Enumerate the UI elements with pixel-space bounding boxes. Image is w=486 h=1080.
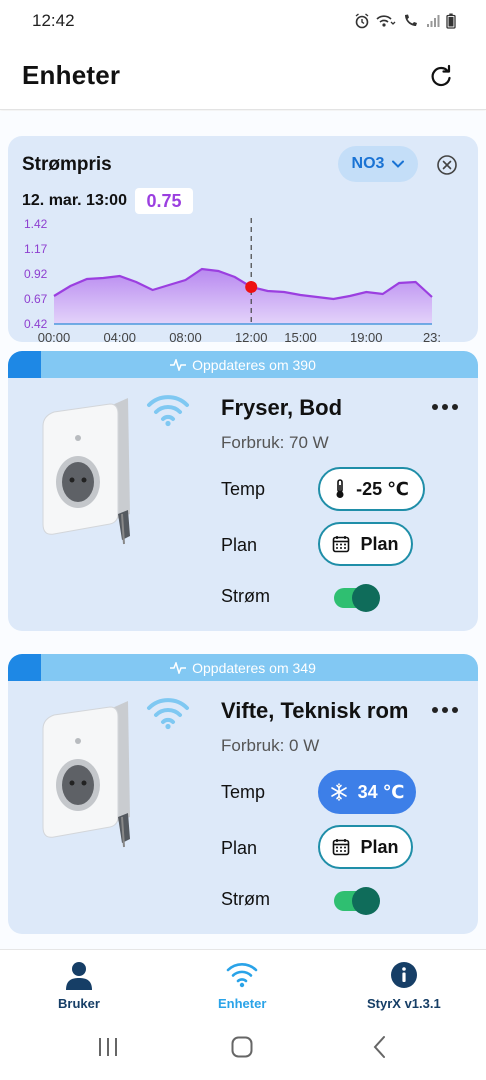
device-card-fryser[interactable]: Oppdateres om 390 Fryser, Bod Forbruk: 7… (8, 351, 478, 631)
wifi-icon (226, 963, 258, 988)
chart-x-tick: 23: (423, 330, 441, 342)
more-icon-dot (442, 707, 448, 713)
status-time: 12:42 (32, 11, 75, 30)
chart-x-tick: 08:00 (169, 330, 202, 342)
device-usage: Forbruk: 0 W (221, 736, 320, 755)
nav-label-about: StyrX v1.3.1 (367, 996, 441, 1011)
power-toggle-knob (352, 887, 380, 915)
power-toggle[interactable] (334, 584, 380, 612)
calendar-icon (333, 536, 350, 553)
price-chart[interactable]: 1.42 1.17 0.92 0.67 0.42 00:00 04:00 08:00 12:0… (8, 214, 478, 342)
chart-y-tick: 0.42 (24, 317, 48, 331)
plan-value: Plan (360, 533, 399, 554)
smart-plug-image (42, 701, 130, 848)
device-card-vifte[interactable]: Oppdateres om 349 Vifte, Teknisk rom For… (8, 654, 478, 934)
device-name: Vifte, Teknisk rom (221, 698, 409, 723)
more-icon-dot (452, 707, 458, 713)
region-selector[interactable]: NO3 (338, 146, 418, 182)
wifi-connected-icon (147, 698, 189, 730)
more-icon-dot (432, 707, 438, 713)
alarm-icon (355, 13, 369, 29)
more-icon-dot (452, 404, 458, 410)
calendar-icon (333, 839, 350, 856)
status-bar: 12:42 (0, 0, 486, 42)
chevron-down-icon (392, 160, 405, 168)
recent-apps-icon[interactable] (96, 1035, 120, 1059)
wifi-connected-icon (147, 395, 189, 427)
device-usage: Forbruk: 70 W (221, 433, 329, 452)
temp-label: Temp (221, 479, 266, 499)
home-icon[interactable] (230, 1035, 254, 1059)
power-toggle-knob (352, 584, 380, 612)
page-title: Enheter (22, 60, 121, 90)
nav-tab-user[interactable]: Bruker (58, 960, 100, 1011)
temp-label: Temp (221, 782, 266, 802)
battery-icon (446, 13, 456, 29)
temp-button[interactable]: 34 ℃ (318, 770, 416, 814)
power-toggle[interactable] (334, 887, 380, 915)
chart-y-tick: 1.42 (24, 217, 48, 231)
more-icon-dot (432, 404, 438, 410)
plan-button[interactable]: Plan (318, 522, 413, 566)
more-options-button[interactable] (432, 704, 458, 716)
nav-tab-about[interactable]: StyrX v1.3.1 (367, 960, 441, 1011)
temp-value: -25 ℃ (356, 478, 409, 499)
device-name: Fryser, Bod (221, 395, 343, 420)
more-options-button[interactable] (432, 401, 458, 413)
snowflake-icon (330, 783, 347, 801)
status-icons (354, 13, 456, 29)
refresh-icon (431, 64, 451, 86)
plan-value: Plan (360, 836, 399, 857)
wifi-calling-icon (376, 15, 396, 27)
plan-button[interactable]: Plan (318, 825, 413, 869)
app-header: Enheter (0, 42, 486, 110)
chart-x-tick: 12:00 (235, 330, 268, 342)
plan-label: Plan (221, 535, 258, 555)
thermometer-icon (336, 479, 344, 498)
bottom-nav: Bruker Enheter StyrX v1.3.1 (0, 949, 486, 1021)
system-nav-bar (0, 1021, 486, 1080)
price-current-value: 0.75 (135, 188, 193, 214)
chart-x-tick: 15:00 (284, 330, 317, 342)
nav-label-user: Bruker (58, 996, 100, 1011)
refresh-button[interactable] (426, 61, 456, 91)
price-title: Strømpris (22, 154, 112, 175)
chart-y-tick: 0.92 (24, 267, 48, 281)
plan-label: Plan (221, 838, 258, 858)
update-countdown: Oppdateres om 390 (192, 356, 316, 373)
chart-current-point (245, 281, 258, 293)
back-icon[interactable] (368, 1035, 392, 1059)
chart-x-tick: 00:00 (38, 330, 71, 342)
update-progress (8, 654, 41, 681)
volte-call-icon (405, 14, 417, 26)
chart-y-tick: 1.17 (24, 242, 48, 256)
update-progress (8, 351, 41, 378)
price-card: Strømpris NO3 12. mar. 13:00 0.75 1.42 1.… (8, 136, 478, 342)
temp-button[interactable]: -25 ℃ (318, 467, 425, 511)
temp-value: 34 ℃ (357, 781, 405, 802)
chart-x-tick: 19:00 (350, 330, 383, 342)
user-icon (65, 962, 92, 990)
more-icon-dot (442, 404, 448, 410)
price-date: 12. mar. 13:00 (22, 192, 127, 209)
update-bar: Oppdateres om 349 (8, 654, 478, 681)
device-list[interactable]: Strømpris NO3 12. mar. 13:00 0.75 1.42 1.… (0, 111, 486, 949)
power-label: Strøm (221, 889, 270, 909)
activity-icon (170, 358, 187, 371)
region-label: NO3 (351, 155, 385, 172)
chart-y-tick: 0.67 (24, 292, 48, 306)
smart-plug-image (42, 398, 130, 545)
chart-x-tick: 04:00 (103, 330, 136, 342)
update-countdown: Oppdateres om 349 (192, 659, 316, 676)
power-label: Strøm (221, 586, 270, 606)
close-icon[interactable] (436, 154, 458, 176)
nav-label-devices: Enheter (218, 996, 267, 1011)
info-icon (390, 962, 417, 988)
signal-icon (427, 15, 440, 27)
activity-icon (170, 661, 187, 674)
update-bar: Oppdateres om 390 (8, 351, 478, 378)
nav-tab-devices[interactable]: Enheter (218, 960, 266, 1011)
